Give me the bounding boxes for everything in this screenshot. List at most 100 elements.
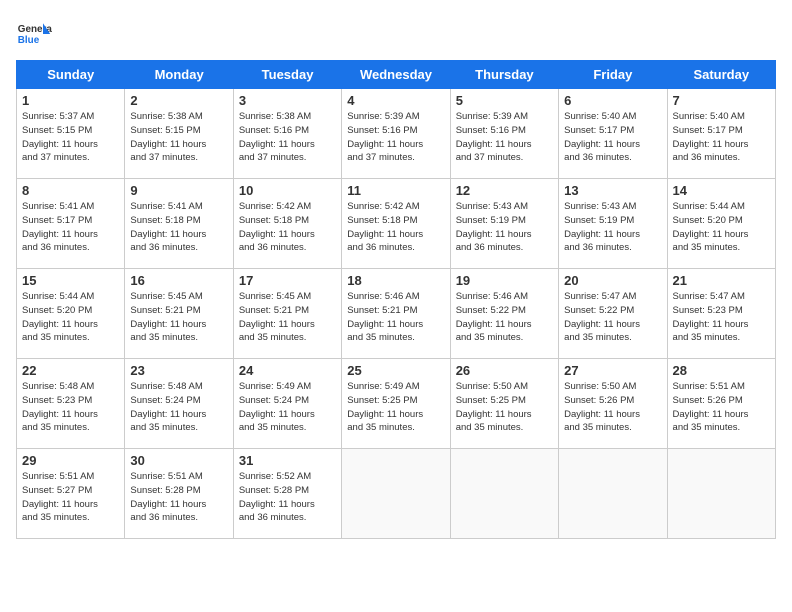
calendar-week-row: 8 Sunrise: 5:41 AM Sunset: 5:17 PM Daylig… bbox=[17, 179, 776, 269]
column-header-friday: Friday bbox=[559, 61, 667, 89]
calendar-cell: 10Sunrise: 5:42 AM Sunset: 5:18 PM Dayli… bbox=[233, 179, 341, 269]
day-number: 9 bbox=[130, 183, 227, 198]
calendar-cell: 12 Sunrise: 5:43 AM Sunset: 5:19 PM Dayli… bbox=[450, 179, 558, 269]
column-header-monday: Monday bbox=[125, 61, 233, 89]
calendar-cell: 6 Sunrise: 5:40 AM Sunset: 5:17 PM Daylig… bbox=[559, 89, 667, 179]
day-info: Sunrise: 5:49 AM Sunset: 5:24 PM Dayligh… bbox=[239, 380, 336, 435]
day-info: Sunrise: 5:37 AM Sunset: 5:15 PM Dayligh… bbox=[22, 110, 119, 165]
calendar-cell: 30Sunrise: 5:51 AM Sunset: 5:28 PM Dayli… bbox=[125, 449, 233, 539]
calendar-cell bbox=[342, 449, 450, 539]
day-info: Sunrise: 5:48 AM Sunset: 5:24 PM Dayligh… bbox=[130, 380, 227, 435]
day-info: Sunrise: 5:48 AM Sunset: 5:23 PM Dayligh… bbox=[22, 380, 119, 435]
day-info: Sunrise: 5:51 AM Sunset: 5:28 PM Dayligh… bbox=[130, 470, 227, 525]
calendar-cell: 8 Sunrise: 5:41 AM Sunset: 5:17 PM Daylig… bbox=[17, 179, 125, 269]
column-header-wednesday: Wednesday bbox=[342, 61, 450, 89]
day-number: 1 bbox=[22, 93, 119, 108]
day-info: Sunrise: 5:41 AM Sunset: 5:17 PM Dayligh… bbox=[22, 200, 119, 255]
day-number: 7 bbox=[673, 93, 770, 108]
column-header-thursday: Thursday bbox=[450, 61, 558, 89]
day-info: Sunrise: 5:39 AM Sunset: 5:16 PM Dayligh… bbox=[347, 110, 444, 165]
day-info: Sunrise: 5:47 AM Sunset: 5:22 PM Dayligh… bbox=[564, 290, 661, 345]
column-header-sunday: Sunday bbox=[17, 61, 125, 89]
calendar-cell: 2Sunrise: 5:38 AM Sunset: 5:15 PM Daylig… bbox=[125, 89, 233, 179]
calendar-cell: 28 Sunrise: 5:51 AM Sunset: 5:26 PM Dayli… bbox=[667, 359, 775, 449]
calendar-cell: 21Sunrise: 5:47 AM Sunset: 5:23 PM Dayli… bbox=[667, 269, 775, 359]
day-number: 8 bbox=[22, 183, 119, 198]
day-number: 16 bbox=[130, 273, 227, 288]
day-info: Sunrise: 5:44 AM Sunset: 5:20 PM Dayligh… bbox=[673, 200, 770, 255]
day-number: 24 bbox=[239, 363, 336, 378]
day-info: Sunrise: 5:41 AM Sunset: 5:18 PM Dayligh… bbox=[130, 200, 227, 255]
day-info: Sunrise: 5:49 AM Sunset: 5:25 PM Dayligh… bbox=[347, 380, 444, 435]
calendar-cell: 1 Sunrise: 5:37 AM Sunset: 5:15 PM Daylig… bbox=[17, 89, 125, 179]
calendar-cell: 4Sunrise: 5:39 AM Sunset: 5:16 PM Daylig… bbox=[342, 89, 450, 179]
day-number: 31 bbox=[239, 453, 336, 468]
day-info: Sunrise: 5:52 AM Sunset: 5:28 PM Dayligh… bbox=[239, 470, 336, 525]
calendar-week-row: 29Sunrise: 5:51 AM Sunset: 5:27 PM Dayli… bbox=[17, 449, 776, 539]
day-number: 5 bbox=[456, 93, 553, 108]
calendar-week-row: 15 Sunrise: 5:44 AM Sunset: 5:20 PM Dayli… bbox=[17, 269, 776, 359]
day-number: 13 bbox=[564, 183, 661, 198]
day-info: Sunrise: 5:46 AM Sunset: 5:21 PM Dayligh… bbox=[347, 290, 444, 345]
day-info: Sunrise: 5:44 AM Sunset: 5:20 PM Dayligh… bbox=[22, 290, 119, 345]
logo: General Blue bbox=[16, 16, 52, 52]
day-info: Sunrise: 5:40 AM Sunset: 5:17 PM Dayligh… bbox=[564, 110, 661, 165]
day-info: Sunrise: 5:40 AM Sunset: 5:17 PM Dayligh… bbox=[673, 110, 770, 165]
day-number: 28 bbox=[673, 363, 770, 378]
calendar-cell: 15 Sunrise: 5:44 AM Sunset: 5:20 PM Dayli… bbox=[17, 269, 125, 359]
calendar-cell: 16 Sunrise: 5:45 AM Sunset: 5:21 PM Dayli… bbox=[125, 269, 233, 359]
day-number: 23 bbox=[130, 363, 227, 378]
day-number: 20 bbox=[564, 273, 661, 288]
day-info: Sunrise: 5:50 AM Sunset: 5:25 PM Dayligh… bbox=[456, 380, 553, 435]
day-number: 11 bbox=[347, 183, 444, 198]
day-info: Sunrise: 5:43 AM Sunset: 5:19 PM Dayligh… bbox=[456, 200, 553, 255]
svg-text:Blue: Blue bbox=[18, 35, 40, 46]
calendar-cell: 23 Sunrise: 5:48 AM Sunset: 5:24 PM Dayli… bbox=[125, 359, 233, 449]
calendar-cell: 29Sunrise: 5:51 AM Sunset: 5:27 PM Dayli… bbox=[17, 449, 125, 539]
day-info: Sunrise: 5:39 AM Sunset: 5:16 PM Dayligh… bbox=[456, 110, 553, 165]
calendar-header-row: SundayMondayTuesdayWednesdayThursdayFrid… bbox=[17, 61, 776, 89]
day-number: 26 bbox=[456, 363, 553, 378]
day-number: 25 bbox=[347, 363, 444, 378]
calendar-cell: 13Sunrise: 5:43 AM Sunset: 5:19 PM Dayli… bbox=[559, 179, 667, 269]
calendar-week-row: 22Sunrise: 5:48 AM Sunset: 5:23 PM Dayli… bbox=[17, 359, 776, 449]
calendar-cell: 17Sunrise: 5:45 AM Sunset: 5:21 PM Dayli… bbox=[233, 269, 341, 359]
calendar-cell: 20 Sunrise: 5:47 AM Sunset: 5:22 PM Dayli… bbox=[559, 269, 667, 359]
calendar-cell: 14 Sunrise: 5:44 AM Sunset: 5:20 PM Dayli… bbox=[667, 179, 775, 269]
day-number: 17 bbox=[239, 273, 336, 288]
day-info: Sunrise: 5:38 AM Sunset: 5:16 PM Dayligh… bbox=[239, 110, 336, 165]
column-header-tuesday: Tuesday bbox=[233, 61, 341, 89]
calendar-cell: 3 Sunrise: 5:38 AM Sunset: 5:16 PM Daylig… bbox=[233, 89, 341, 179]
day-info: Sunrise: 5:51 AM Sunset: 5:27 PM Dayligh… bbox=[22, 470, 119, 525]
calendar-body: 1 Sunrise: 5:37 AM Sunset: 5:15 PM Daylig… bbox=[17, 89, 776, 539]
calendar-cell: 27Sunrise: 5:50 AM Sunset: 5:26 PM Dayli… bbox=[559, 359, 667, 449]
calendar-cell: 18Sunrise: 5:46 AM Sunset: 5:21 PM Dayli… bbox=[342, 269, 450, 359]
day-number: 6 bbox=[564, 93, 661, 108]
day-number: 21 bbox=[673, 273, 770, 288]
calendar-cell: 11 Sunrise: 5:42 AM Sunset: 5:18 PM Dayli… bbox=[342, 179, 450, 269]
calendar-cell: 7 Sunrise: 5:40 AM Sunset: 5:17 PM Daylig… bbox=[667, 89, 775, 179]
day-number: 15 bbox=[22, 273, 119, 288]
day-info: Sunrise: 5:42 AM Sunset: 5:18 PM Dayligh… bbox=[347, 200, 444, 255]
day-info: Sunrise: 5:51 AM Sunset: 5:26 PM Dayligh… bbox=[673, 380, 770, 435]
calendar-cell: 31 Sunrise: 5:52 AM Sunset: 5:28 PM Dayli… bbox=[233, 449, 341, 539]
page-header: General Blue bbox=[16, 16, 776, 52]
day-info: Sunrise: 5:38 AM Sunset: 5:15 PM Dayligh… bbox=[130, 110, 227, 165]
day-info: Sunrise: 5:50 AM Sunset: 5:26 PM Dayligh… bbox=[564, 380, 661, 435]
calendar-cell bbox=[559, 449, 667, 539]
calendar-table: SundayMondayTuesdayWednesdayThursdayFrid… bbox=[16, 60, 776, 539]
day-info: Sunrise: 5:42 AM Sunset: 5:18 PM Dayligh… bbox=[239, 200, 336, 255]
day-number: 19 bbox=[456, 273, 553, 288]
calendar-cell: 26 Sunrise: 5:50 AM Sunset: 5:25 PM Dayli… bbox=[450, 359, 558, 449]
day-number: 3 bbox=[239, 93, 336, 108]
day-number: 12 bbox=[456, 183, 553, 198]
calendar-cell: 25 Sunrise: 5:49 AM Sunset: 5:25 PM Dayli… bbox=[342, 359, 450, 449]
logo-icon: General Blue bbox=[16, 16, 52, 52]
calendar-cell: 24 Sunrise: 5:49 AM Sunset: 5:24 PM Dayli… bbox=[233, 359, 341, 449]
calendar-cell bbox=[667, 449, 775, 539]
day-info: Sunrise: 5:45 AM Sunset: 5:21 PM Dayligh… bbox=[130, 290, 227, 345]
calendar-cell: 5 Sunrise: 5:39 AM Sunset: 5:16 PM Daylig… bbox=[450, 89, 558, 179]
day-info: Sunrise: 5:46 AM Sunset: 5:22 PM Dayligh… bbox=[456, 290, 553, 345]
day-number: 14 bbox=[673, 183, 770, 198]
column-header-saturday: Saturday bbox=[667, 61, 775, 89]
